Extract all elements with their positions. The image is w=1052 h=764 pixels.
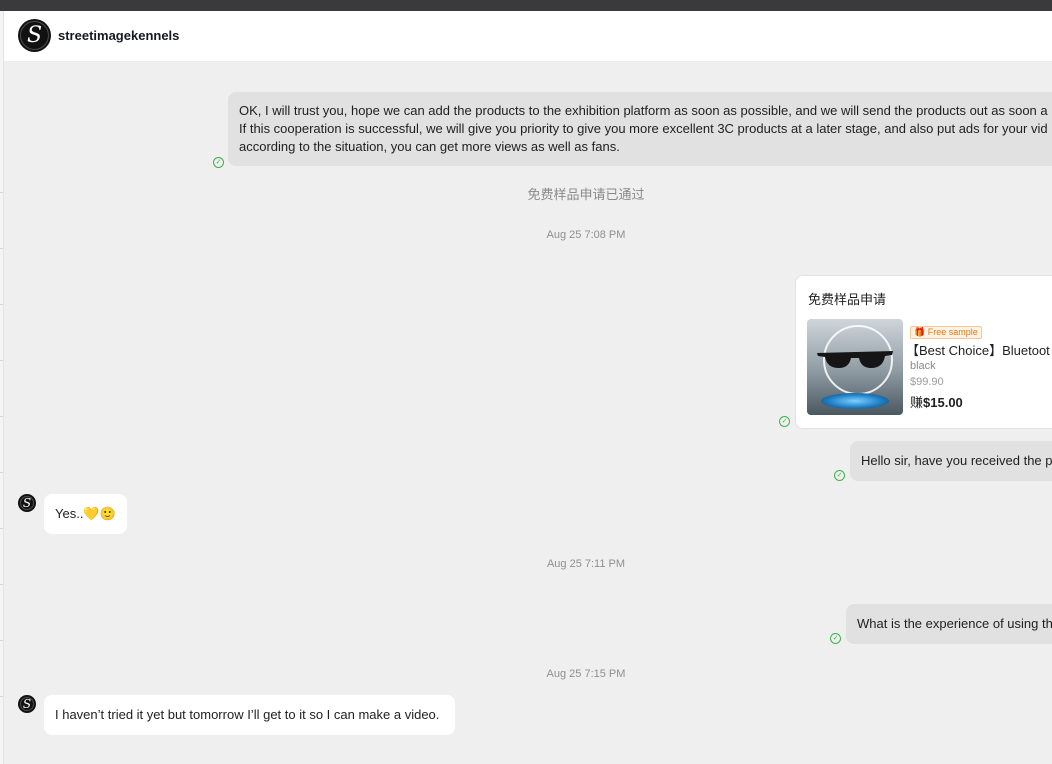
product-stand (821, 393, 889, 409)
incoming-message[interactable]: Yes..💛🙂 (44, 494, 127, 534)
system-notice: 免费样品申请已通过 (527, 187, 645, 202)
product-variant: black (910, 360, 936, 372)
outgoing-message[interactable]: Hello sir, have you received the p (850, 441, 1052, 481)
card-title: 免费样品申请 (808, 292, 887, 307)
divider (0, 584, 3, 585)
chat-thread[interactable]: ✓ OK, I will trust you, hope we can add … (4, 62, 1052, 764)
sent-check-icon: ✓ (779, 416, 790, 427)
timestamp: Aug 25 7:15 PM (546, 668, 626, 680)
divider (0, 192, 3, 193)
message-text: Hello sir, have you received the p (861, 453, 1052, 468)
product-name[interactable]: 【Best Choice】Bluetoot (906, 340, 1050, 359)
timestamp: Aug 25 7:11 PM (546, 558, 626, 570)
contact-name[interactable]: streetimagekennels (58, 28, 179, 43)
window-top-bar (0, 0, 1052, 11)
earn-value: $15.00 (923, 395, 963, 410)
contact-avatar-small[interactable]: S (18, 695, 36, 713)
message-line: according to the situation, you can get … (239, 139, 620, 154)
message-text: Yes..💛🙂 (55, 506, 116, 521)
sunglasses-icon (817, 351, 893, 368)
divider (0, 528, 3, 529)
message-text: What is the experience of using th (857, 616, 1052, 631)
earn-prefix: 赚 (910, 395, 924, 410)
message-line: OK, I will trust you, hope we can add th… (239, 103, 1048, 118)
sent-check-icon: ✓ (834, 470, 845, 481)
timestamp: Aug 25 7:08 PM (546, 229, 626, 241)
divider (0, 640, 3, 641)
chat-header: S streetimagekennels (4, 11, 1052, 62)
free-sample-badge: 🎁 Free sample (910, 326, 982, 339)
sent-check-icon: ✓ (830, 633, 841, 644)
contact-avatar[interactable]: S (18, 19, 51, 52)
divider (0, 248, 3, 249)
incoming-message[interactable]: I haven’t tried it yet but tomorrow I’ll… (44, 695, 455, 735)
product-price: $99.90 (910, 376, 944, 388)
divider (0, 304, 3, 305)
sent-check-icon: ✓ (213, 157, 224, 168)
message-text: I haven’t tried it yet but tomorrow I’ll… (55, 707, 440, 722)
divider (0, 360, 3, 361)
product-image[interactable] (807, 319, 903, 415)
divider (0, 416, 3, 417)
free-sample-card[interactable]: 免费样品申请 🎁 Free sample 【Best Choice】Blueto… (795, 275, 1052, 429)
divider (0, 472, 3, 473)
message-line: If this cooperation is successful, we wi… (239, 121, 1048, 136)
outgoing-message[interactable]: What is the experience of using th (846, 604, 1052, 644)
outgoing-message[interactable]: OK, I will trust you, hope we can add th… (228, 92, 1052, 166)
divider (0, 696, 3, 697)
contact-avatar-small[interactable]: S (18, 494, 36, 512)
commission-amount: 赚$15.00 (910, 392, 963, 411)
badge-label: Free sample (927, 327, 978, 337)
